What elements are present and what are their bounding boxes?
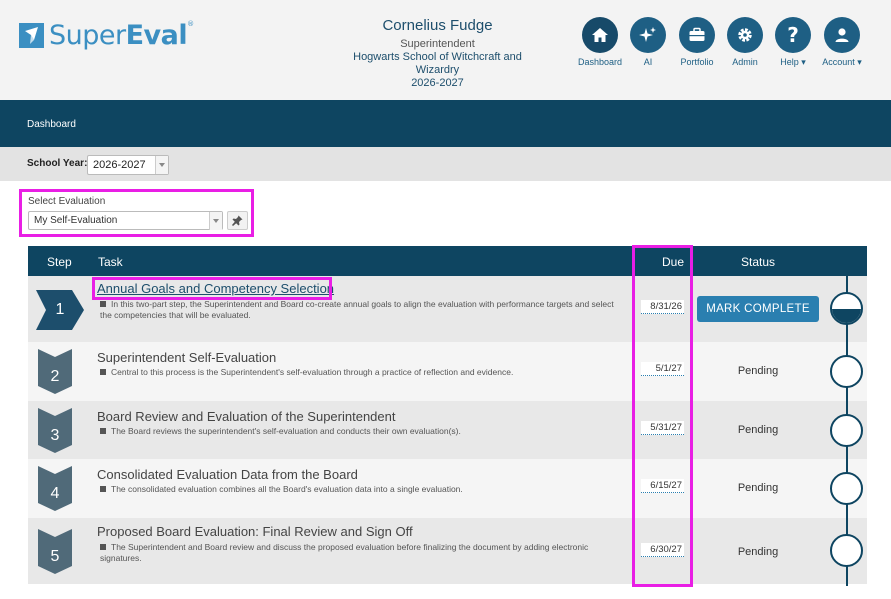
bullet-square-icon [100, 301, 106, 307]
user-year: 2026-2027 [411, 77, 464, 89]
header-step: Step [47, 255, 72, 269]
logo-text: SuperEval® [49, 20, 194, 51]
chevron-down-icon: ▾ [857, 57, 862, 67]
task-description: The consolidated evaluation combines all… [100, 484, 620, 495]
task-title: Superintendent Self-Evaluation [97, 350, 277, 365]
user-name: Cornelius Fudge [382, 17, 493, 34]
task-description: In this two-part step, the Superintenden… [100, 299, 614, 320]
step-status-circle[interactable] [830, 414, 863, 447]
task-title: Board Review and Evaluation of the Super… [97, 408, 396, 424]
task-title: Consolidated Evaluation Data from the Bo… [97, 467, 358, 482]
step-status-circle[interactable] [830, 355, 863, 388]
bullet-square-icon [100, 369, 106, 375]
user-info: Cornelius Fudge Superintendent Hogwarts … [340, 17, 535, 90]
bullet-square-icon [100, 427, 106, 434]
header-task: Task [98, 255, 123, 269]
app-header: SuperEval® Cornelius Fudge Superintenden… [0, 0, 891, 100]
task-description: The Board reviews the superintendent's s… [100, 426, 620, 437]
evaluation-select[interactable]: My Self-Evaluation [28, 211, 223, 230]
school-year-select[interactable]: 2026-2027 [87, 155, 169, 175]
question-icon: ? [775, 17, 811, 53]
pin-button[interactable] [227, 211, 248, 230]
sparkle-icon [630, 17, 666, 53]
table-header: Step Task Due Status [28, 246, 867, 276]
task-title: Proposed Board Evaluation: Final Review … [97, 523, 413, 539]
mark-complete-button[interactable]: MARK COMPLETE [697, 296, 819, 322]
gear-icon [727, 17, 763, 53]
school-year-bar: School Year: 2026-2027 [0, 147, 891, 181]
step-status-circle[interactable] [830, 534, 863, 567]
status-pending: Pending [737, 545, 779, 558]
step-number: 1 [55, 301, 65, 318]
status-pending: Pending [737, 365, 779, 377]
select-evaluation-panel: Select Evaluation My Self-Evaluation [19, 189, 254, 237]
superevaL-logo[interactable]: SuperEval® [19, 20, 194, 51]
user-role: Superintendent [400, 38, 475, 50]
bullet-square-icon [100, 543, 106, 550]
step-number: 2 [50, 368, 60, 385]
step-number: 4 [50, 485, 60, 502]
step-status-circle-in-progress[interactable] [830, 292, 863, 325]
status-pending: Pending [737, 423, 779, 436]
step-status-circle[interactable] [830, 472, 863, 505]
chevron-down-icon: ▾ [801, 57, 806, 67]
bullet-square-icon [100, 486, 106, 492]
table-row: 4 Consolidated Evaluation Data from the … [28, 459, 867, 518]
user-icon [824, 17, 860, 53]
nav-label: Account ▾ [822, 57, 862, 67]
breadcrumb-bar: Dashboard [0, 100, 891, 147]
table-row: 2 Superintendent Self-Evaluation Central… [28, 342, 867, 401]
school-year-label: School Year: [27, 158, 88, 169]
table-row: 3 Board Review and Evaluation of the Sup… [28, 400, 867, 459]
highlight-task-title [92, 277, 332, 300]
pin-icon [232, 215, 243, 226]
header-status: Status [741, 255, 776, 269]
task-description: Central to this process is the Superinte… [100, 367, 620, 378]
nav-account[interactable]: Account ▾ [812, 17, 872, 68]
status-pending: Pending [737, 482, 779, 494]
breadcrumb[interactable]: Dashboard [27, 119, 76, 130]
table-row: 5 Proposed Board Evaluation: Final Revie… [28, 517, 867, 584]
logo-arrow-icon [19, 23, 44, 48]
step-number: 3 [50, 426, 60, 444]
user-school: Hogwarts School of Witchcraft and Wizard… [353, 51, 522, 76]
home-icon [582, 17, 618, 53]
step-number: 5 [50, 547, 60, 565]
highlight-due-column [632, 245, 693, 587]
chevron-down-icon [155, 156, 168, 174]
chevron-down-icon [209, 212, 222, 230]
select-evaluation-label: Select Evaluation [28, 196, 106, 207]
briefcase-icon [679, 17, 715, 53]
task-description: The Superintendent and Board review and … [100, 541, 589, 563]
